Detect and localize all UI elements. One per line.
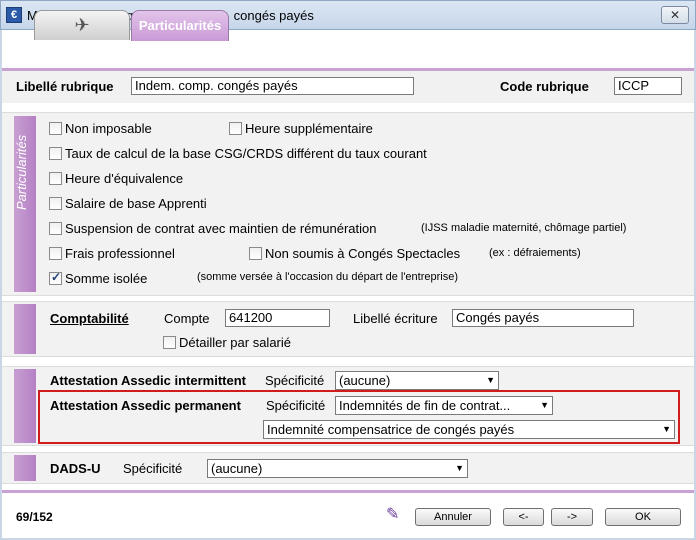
chevron-down-icon: ▼ [486, 375, 495, 385]
record-counter: 69/152 [16, 510, 53, 524]
particularites-vertical-label: Particularités [14, 134, 29, 210]
dadsu-strip [14, 455, 36, 481]
checkbox-detailler-salarie[interactable] [163, 336, 176, 349]
checkbox-suspension-contrat[interactable] [49, 222, 62, 235]
label-conges-spectacles: Non soumis à Congés Spectacles [265, 246, 461, 261]
next-button[interactable]: -> [551, 508, 593, 526]
compte-label: Compte [164, 311, 210, 326]
comptabilite-title[interactable]: Comptabilité [50, 311, 129, 326]
checkbox-salaire-apprenti[interactable] [49, 197, 62, 210]
assedic-strip [14, 369, 36, 443]
checkbox-heure-equivalence[interactable] [49, 172, 62, 185]
assedic-intermittent-label: Attestation Assedic intermittent [50, 373, 246, 388]
note-suspension-contrat: (IJSS maladie maternité, chômage partiel… [421, 222, 627, 234]
assedic-permanent-value: Indemnités de fin de contrat... [339, 398, 511, 413]
label-somme-isolee: Somme isolée [65, 271, 148, 286]
checkbox-taux-csg[interactable] [49, 147, 62, 160]
plane-icon: ✈ [74, 15, 90, 35]
checkbox-frais-professionnel[interactable] [49, 247, 62, 260]
close-button[interactable]: ✕ [661, 6, 689, 24]
assedic-intermittent-value: (aucune) [339, 373, 391, 388]
checkbox-heure-supplementaire[interactable] [229, 122, 242, 135]
assedic-intermittent-select[interactable]: (aucune) ▼ [335, 371, 499, 390]
libelle-ecriture-input[interactable]: Congés payés [452, 309, 634, 327]
dadsu-select[interactable]: (aucune) ▼ [207, 459, 468, 478]
label-taux-csg: Taux de calcul de la base CSG/CRDS diffé… [65, 146, 427, 161]
note-somme-isolee: (somme versée à l'occasion du départ de … [197, 271, 458, 283]
comptabilite-strip [14, 304, 36, 354]
checkbox-conges-spectacles[interactable] [249, 247, 262, 260]
label-frais-professionnel: Frais professionnel [65, 246, 175, 261]
chevron-down-icon: ▼ [455, 463, 464, 473]
tab-general[interactable]: ✈ [34, 10, 130, 40]
assedic-permanent-select[interactable]: Indemnités de fin de contrat... ▼ [335, 396, 553, 415]
dadsu-label: DADS-U [50, 461, 101, 476]
label-salaire-apprenti: Salaire de base Apprenti [65, 196, 207, 211]
label-suspension-contrat: Suspension de contrat avec maintien de r… [65, 221, 377, 236]
footer-divider [2, 490, 694, 493]
particularites-strip: Particularités [14, 116, 36, 292]
code-input[interactable]: ICCP [614, 77, 682, 95]
assedic-permanent-spec-label: Spécificité [266, 398, 326, 413]
dadsu-spec-label: Spécificité [123, 461, 183, 476]
checkbox-somme-isolee[interactable] [49, 270, 62, 285]
label-heure-supplementaire: Heure supplémentaire [245, 121, 373, 136]
chevron-down-icon: ▼ [662, 424, 671, 434]
label-non-imposable: Non imposable [65, 121, 152, 136]
assedic-permanent-label: Attestation Assedic permanent [50, 398, 241, 413]
tab-particularites[interactable]: Particularités [131, 10, 229, 41]
chevron-down-icon: ▼ [540, 400, 549, 410]
previous-button[interactable]: <- [503, 508, 544, 526]
libelle-input[interactable]: Indem. comp. congés payés [131, 77, 414, 95]
assedic-permanent-detail-select[interactable]: Indemnité compensatrice de congés payés … [263, 420, 675, 439]
label-heure-equivalence: Heure d'équivalence [65, 171, 184, 186]
dadsu-value: (aucune) [211, 461, 263, 476]
compte-input[interactable]: 641200 [225, 309, 330, 327]
app-icon: € [6, 7, 22, 23]
libelle-label: Libellé rubrique [16, 79, 114, 94]
ok-button[interactable]: OK [605, 508, 681, 526]
libelle-ecriture-label: Libellé écriture [353, 311, 438, 326]
pen-icon[interactable]: ✎ [386, 506, 402, 524]
assedic-intermittent-spec-label: Spécificité [265, 373, 325, 388]
checkbox-non-imposable[interactable] [49, 122, 62, 135]
note-conges-spectacles: (ex : défraiements) [489, 247, 581, 259]
cancel-button[interactable]: Annuler [415, 508, 491, 526]
code-label: Code rubrique [500, 79, 589, 94]
label-detailler-salarie: Détailler par salarié [179, 335, 291, 350]
assedic-permanent-detail-value: Indemnité compensatrice de congés payés [267, 422, 515, 437]
